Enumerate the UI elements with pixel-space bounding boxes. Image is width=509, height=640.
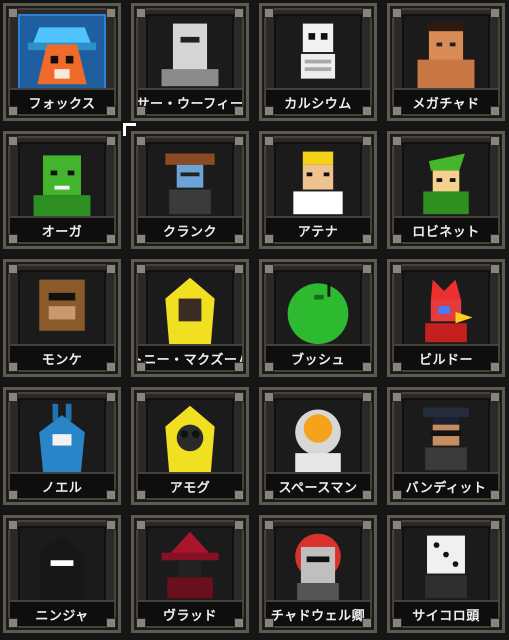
muscle-man-portrait-icon: [402, 14, 490, 92]
character-card[interactable]: ビルドー: [387, 259, 505, 377]
character-name: ブッシュ: [266, 344, 370, 370]
character-name: チャドウェル卿: [266, 600, 370, 626]
knight-helmet-portrait-icon: [146, 14, 234, 92]
character-name: メガチャド: [394, 88, 498, 114]
character-card[interactable]: サイコロ頭: [387, 515, 505, 633]
character-card[interactable]: ノエル: [3, 387, 121, 505]
ninja-portrait-icon: [18, 526, 106, 604]
character-card[interactable]: ニンジャ: [3, 515, 121, 633]
character-card[interactable]: バンディット: [387, 387, 505, 505]
character-name: アモグ: [138, 472, 242, 498]
character-name: ヴラッド: [138, 600, 242, 626]
character-card[interactable]: アモグ: [131, 387, 249, 505]
bird-portrait-icon: [402, 270, 490, 348]
ogre-portrait-icon: [18, 142, 106, 220]
character-card[interactable]: ブッシュ: [259, 259, 377, 377]
character-name: カルシウム: [266, 88, 370, 114]
character-name: ビルドー: [394, 344, 498, 370]
character-name: クランク: [138, 216, 242, 242]
athena-portrait-icon: [274, 142, 362, 220]
character-name: サー・ウーフィー: [138, 88, 242, 114]
character-name: ノエル: [10, 472, 114, 498]
character-name: オーガ: [10, 216, 114, 242]
character-card[interactable]: スペースマン: [259, 387, 377, 505]
vampire-portrait-icon: [146, 526, 234, 604]
gas-mask-portrait-icon: [146, 398, 234, 476]
character-card[interactable]: オーガ: [3, 131, 121, 249]
character-card[interactable]: トニー・マクズーム: [131, 259, 249, 377]
character-card[interactable]: ロビネット: [387, 131, 505, 249]
yellow-hood-portrait-icon: [146, 270, 234, 348]
character-card[interactable]: ヴラッド: [131, 515, 249, 633]
bandit-portrait-icon: [402, 398, 490, 476]
character-card[interactable]: クランク: [131, 131, 249, 249]
armored-knight-portrait-icon: [274, 526, 362, 604]
cowboy-robot-portrait-icon: [146, 142, 234, 220]
character-name: モンケ: [10, 344, 114, 370]
fox-portrait-icon: [18, 14, 106, 92]
character-card[interactable]: アテナ: [259, 131, 377, 249]
character-card[interactable]: サー・ウーフィー: [131, 3, 249, 121]
character-name: アテナ: [266, 216, 370, 242]
skeleton-portrait-icon: [274, 14, 362, 92]
character-name: ロビネット: [394, 216, 498, 242]
monkey-portrait-icon: [18, 270, 106, 348]
character-card[interactable]: チャドウェル卿: [259, 515, 377, 633]
character-select-grid: フォックス サー・ウーフィー カルシウム メガチャド オーガ クランク アテナ …: [0, 0, 509, 640]
character-name: バンディット: [394, 472, 498, 498]
robin-hood-portrait-icon: [402, 142, 490, 220]
character-card[interactable]: モンケ: [3, 259, 121, 377]
character-card[interactable]: フォックス: [3, 3, 121, 121]
bush-portrait-icon: [274, 270, 362, 348]
character-name: サイコロ頭: [394, 600, 498, 626]
character-name: トニー・マクズーム: [138, 344, 242, 370]
character-name: スペースマン: [266, 472, 370, 498]
character-card[interactable]: メガチャド: [387, 3, 505, 121]
character-name: ニンジャ: [10, 600, 114, 626]
character-name: フォックス: [10, 88, 114, 114]
blue-rabbit-hood-portrait-icon: [18, 398, 106, 476]
dice-head-portrait-icon: [402, 526, 490, 604]
character-card[interactable]: カルシウム: [259, 3, 377, 121]
astronaut-portrait-icon: [274, 398, 362, 476]
selection-cursor-icon: [123, 123, 136, 136]
